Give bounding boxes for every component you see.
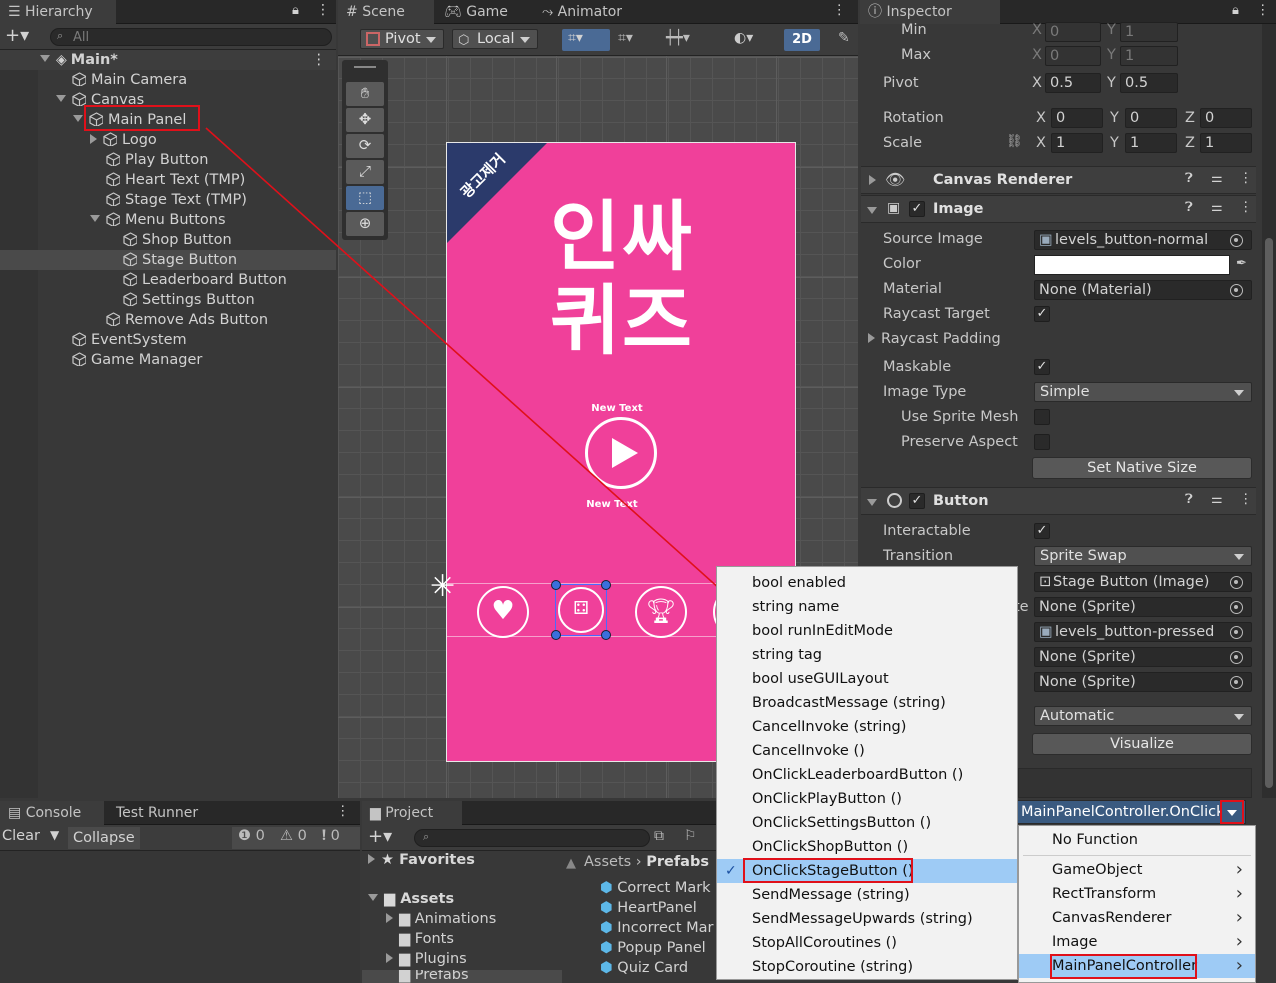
highlight-main-panel — [84, 105, 200, 131]
highlight-onclick-stage-button — [743, 858, 913, 883]
component-label: No Function — [1052, 832, 1139, 848]
method-menu-item[interactable]: BroadcastMessage (string) — [717, 691, 1017, 715]
method-label: OnClickLeaderboardButton () — [752, 767, 964, 783]
method-menu-item[interactable]: SendMessage (string) — [717, 883, 1017, 907]
method-label: BroadcastMessage (string) — [752, 695, 946, 711]
component-menu-item[interactable]: RectTransform — [1019, 882, 1255, 906]
component-menu-item[interactable]: No Function — [1019, 828, 1255, 852]
method-menu-item[interactable]: string tag — [717, 643, 1017, 667]
method-menu-item[interactable]: OnClickShopButton () — [717, 835, 1017, 859]
method-menu-item[interactable]: bool enabled — [717, 571, 1017, 595]
checkmark-icon: ✓ — [725, 863, 737, 879]
method-menu-item[interactable]: CancelInvoke () — [717, 739, 1017, 763]
method-menu-item[interactable]: OnClickPlayButton () — [717, 787, 1017, 811]
component-menu-item[interactable]: CanvasRenderer — [1019, 906, 1255, 930]
method-menu-item[interactable]: OnClickSettingsButton () — [717, 811, 1017, 835]
method-label: CancelInvoke () — [752, 743, 865, 759]
method-dropdown-menu: bool enabled string name bool runInEditMod… — [716, 566, 1018, 980]
highlight-main-panel-controller — [1050, 954, 1197, 979]
onclick-function-dropdown[interactable]: MainPanelController.OnClick — [1016, 800, 1246, 824]
method-menu-item[interactable]: StopCoroutine (string) — [717, 955, 1017, 979]
chevron-down-icon — [1227, 810, 1237, 816]
method-menu-item[interactable]: bool useGUILayout — [717, 667, 1017, 691]
component-label: RectTransform — [1052, 886, 1157, 902]
method-label: OnClickPlayButton () — [752, 791, 902, 807]
component-label: Image — [1052, 934, 1098, 950]
method-label: CancelInvoke (string) — [752, 719, 907, 735]
method-menu-item[interactable]: CancelInvoke (string) — [717, 715, 1017, 739]
method-menu-item[interactable]: OnClickLeaderboardButton () — [717, 763, 1017, 787]
method-menu-item[interactable]: StopAllCoroutines () — [717, 931, 1017, 955]
method-menu-item[interactable]: bool runInEditMode — [717, 619, 1017, 643]
method-label: StopCoroutine (string) — [752, 959, 914, 975]
component-label: CanvasRenderer — [1052, 910, 1172, 926]
method-label: bool useGUILayout — [752, 671, 889, 687]
method-label: OnClickShopButton () — [752, 839, 909, 855]
method-menu-item[interactable]: string name — [717, 595, 1017, 619]
method-label: SendMessage (string) — [752, 887, 910, 903]
highlight-function-dropdown-arrow[interactable] — [1220, 800, 1244, 824]
method-label: bool enabled — [752, 575, 846, 591]
component-menu-item[interactable]: GameObject — [1019, 858, 1255, 882]
component-menu-item[interactable]: Image — [1019, 930, 1255, 954]
method-label: StopAllCoroutines () — [752, 935, 897, 951]
method-menu-item[interactable]: SendMessageUpwards (string) — [717, 907, 1017, 931]
method-label: string name — [752, 599, 840, 615]
method-label: string tag — [752, 647, 823, 663]
menu-separator — [1023, 855, 1251, 856]
method-label: SendMessageUpwards (string) — [752, 911, 973, 927]
method-label: OnClickSettingsButton () — [752, 815, 932, 831]
component-label: GameObject — [1052, 862, 1143, 878]
method-label: bool runInEditMode — [752, 623, 893, 639]
